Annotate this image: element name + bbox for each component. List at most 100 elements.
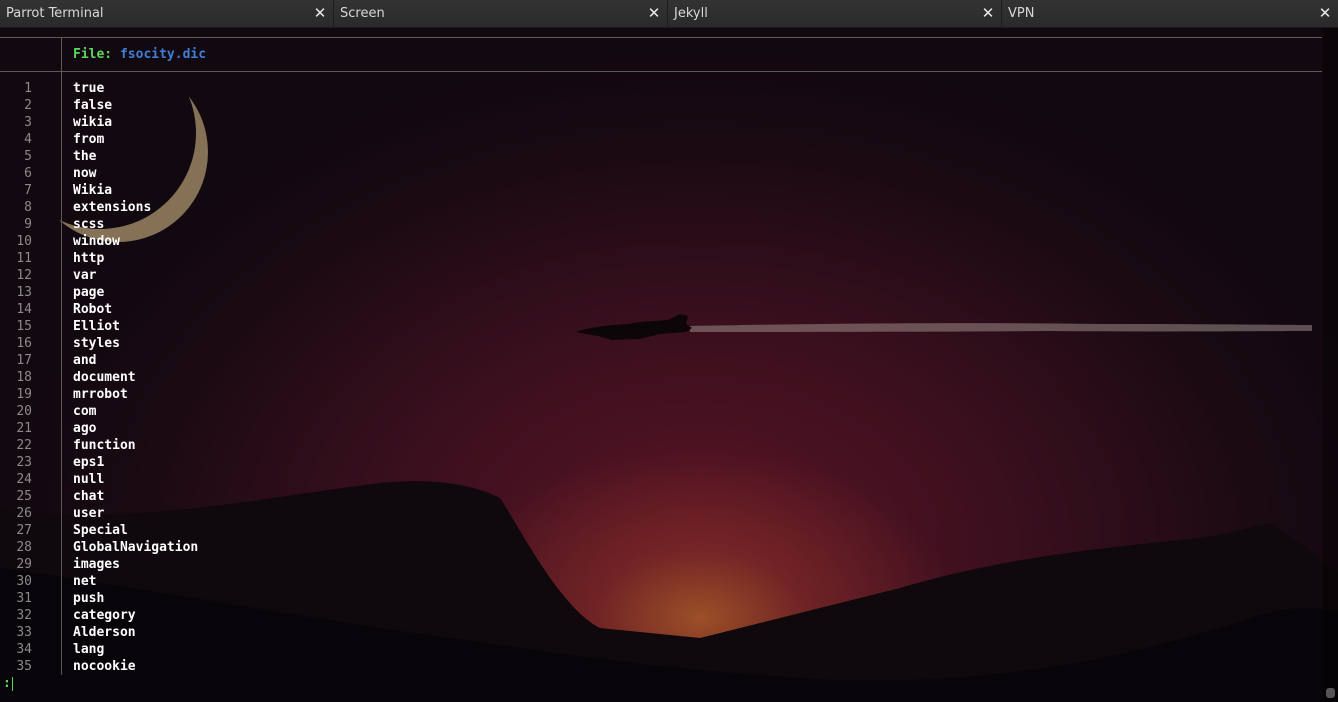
line-text: GlobalNavigation bbox=[73, 540, 199, 555]
line-number: 31 bbox=[16, 591, 32, 606]
line-number: 24 bbox=[16, 472, 32, 487]
terminal-pane[interactable]: File: fsocity.dic 1 true 2 false 3 wikia 4 from… bbox=[0, 28, 1338, 702]
file-line: 11 http bbox=[0, 250, 600, 267]
scrollbar[interactable] bbox=[1323, 28, 1338, 702]
line-text: extensions bbox=[73, 200, 152, 215]
line-text: category bbox=[73, 608, 136, 623]
tab-screen[interactable]: Screen ✕ bbox=[334, 0, 668, 27]
line-text: scss bbox=[73, 217, 105, 232]
line-number: 17 bbox=[16, 353, 32, 368]
header-rule-top bbox=[0, 37, 1322, 38]
line-text: Alderson bbox=[73, 625, 136, 640]
file-line: 31 push bbox=[0, 590, 600, 607]
line-text: Wikia bbox=[73, 183, 113, 198]
line-text: styles bbox=[73, 336, 120, 351]
line-number: 1 bbox=[24, 81, 32, 96]
line-text: Special bbox=[73, 523, 128, 538]
file-line: 13 page bbox=[0, 284, 600, 301]
file-line: 29 images bbox=[0, 556, 600, 573]
file-line: 28 GlobalNavigation bbox=[0, 539, 600, 556]
file-line: 24 null bbox=[0, 471, 600, 488]
file-line: 32 category bbox=[0, 607, 600, 624]
line-text: chat bbox=[73, 489, 105, 504]
pager-prompt[interactable]: : bbox=[3, 675, 13, 692]
line-number: 32 bbox=[16, 608, 32, 623]
line-number: 34 bbox=[16, 642, 32, 657]
line-text: eps1 bbox=[73, 455, 105, 470]
line-number: 13 bbox=[16, 285, 32, 300]
line-number: 9 bbox=[24, 217, 32, 232]
file-line: 34 lang bbox=[0, 641, 600, 658]
line-text: document bbox=[73, 370, 136, 385]
file-line: 2 false bbox=[0, 97, 600, 114]
line-number: 30 bbox=[16, 574, 32, 589]
file-line: 22 function bbox=[0, 437, 600, 454]
gutter-divider-header bbox=[61, 37, 62, 71]
tab-label: VPN bbox=[1008, 6, 1035, 21]
close-icon[interactable]: ✕ bbox=[647, 0, 661, 27]
close-icon[interactable]: ✕ bbox=[1318, 0, 1332, 27]
file-line: 19 mrrobot bbox=[0, 386, 600, 403]
file-line: 27 Special bbox=[0, 522, 600, 539]
text-cursor bbox=[11, 676, 13, 691]
scrollbar-thumb[interactable] bbox=[1326, 688, 1335, 698]
line-number: 22 bbox=[16, 438, 32, 453]
file-line: 26 user bbox=[0, 505, 600, 522]
file-line: 5 the bbox=[0, 148, 600, 165]
file-line: 17 and bbox=[0, 352, 600, 369]
line-text: push bbox=[73, 591, 105, 606]
file-line: 21 ago bbox=[0, 420, 600, 437]
file-line: 8 extensions bbox=[0, 199, 600, 216]
line-number: 14 bbox=[16, 302, 32, 317]
line-number: 10 bbox=[16, 234, 32, 249]
line-number: 28 bbox=[16, 540, 32, 555]
line-text: net bbox=[73, 574, 97, 589]
file-line: 3 wikia bbox=[0, 114, 600, 131]
file-name: fsocity.dic bbox=[119, 47, 207, 62]
file-line: 12 var bbox=[0, 267, 600, 284]
file-header: File: fsocity.dic bbox=[73, 46, 206, 63]
line-text: mrrobot bbox=[73, 387, 128, 402]
file-line: 6 now bbox=[0, 165, 600, 182]
prompt-symbol: : bbox=[3, 676, 11, 691]
line-number: 4 bbox=[24, 132, 32, 147]
line-text: from bbox=[73, 132, 105, 147]
line-text: user bbox=[73, 506, 105, 521]
tab-bar: Parrot Terminal ✕ Screen ✕ Jekyll ✕ VPN … bbox=[0, 0, 1338, 28]
close-icon[interactable]: ✕ bbox=[981, 0, 995, 27]
line-text: page bbox=[73, 285, 105, 300]
tab-vpn[interactable]: VPN ✕ bbox=[1002, 0, 1338, 27]
file-line: 9 scss bbox=[0, 216, 600, 233]
file-line: 20 com bbox=[0, 403, 600, 420]
line-number: 33 bbox=[16, 625, 32, 640]
file-line: 15 Elliot bbox=[0, 318, 600, 335]
tab-parrot-terminal[interactable]: Parrot Terminal ✕ bbox=[0, 0, 334, 27]
file-line: 23 eps1 bbox=[0, 454, 600, 471]
line-text: lang bbox=[73, 642, 105, 657]
line-number: 12 bbox=[16, 268, 32, 283]
line-number: 16 bbox=[16, 336, 32, 351]
line-text: null bbox=[73, 472, 105, 487]
line-number: 3 bbox=[24, 115, 32, 130]
file-content: 1 true 2 false 3 wikia 4 from 5 the 6 now 7 Wikia 8 ext… bbox=[0, 80, 600, 675]
file-line: 35 nocookie bbox=[0, 658, 600, 675]
line-number: 7 bbox=[24, 183, 32, 198]
line-number: 20 bbox=[16, 404, 32, 419]
close-icon[interactable]: ✕ bbox=[313, 0, 327, 27]
contrail bbox=[690, 323, 1312, 332]
tab-label: Screen bbox=[340, 6, 385, 21]
line-number: 27 bbox=[16, 523, 32, 538]
line-text: ago bbox=[73, 421, 97, 436]
file-line: 14 Robot bbox=[0, 301, 600, 318]
file-line: 16 styles bbox=[0, 335, 600, 352]
file-line: 33 Alderson bbox=[0, 624, 600, 641]
line-text: window bbox=[73, 234, 120, 249]
file-line: 18 document bbox=[0, 369, 600, 386]
tab-jekyll[interactable]: Jekyll ✕ bbox=[668, 0, 1002, 27]
file-line: 30 net bbox=[0, 573, 600, 590]
file-line: 7 Wikia bbox=[0, 182, 600, 199]
line-number: 25 bbox=[16, 489, 32, 504]
line-number: 19 bbox=[16, 387, 32, 402]
line-text: now bbox=[73, 166, 97, 181]
line-number: 29 bbox=[16, 557, 32, 572]
